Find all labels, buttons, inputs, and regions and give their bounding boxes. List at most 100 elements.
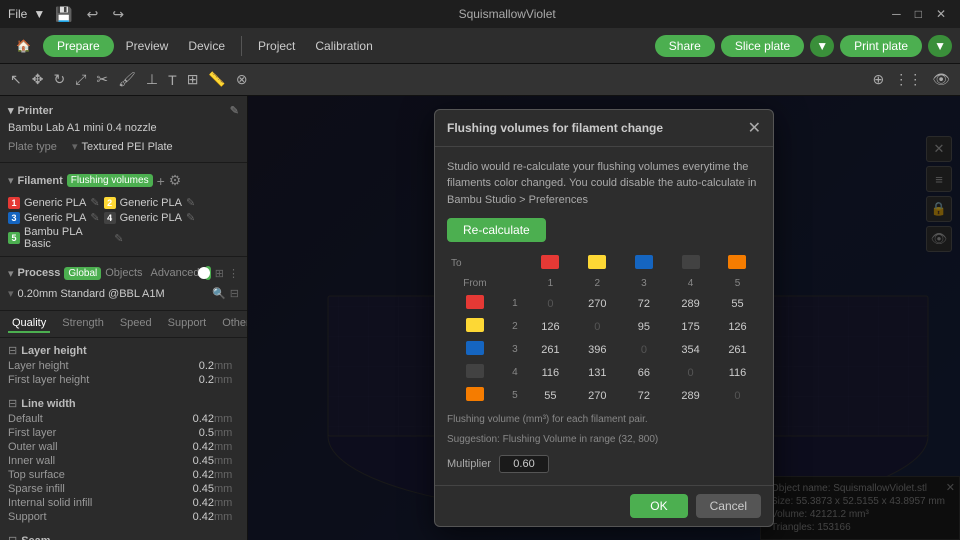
filament-edit-1[interactable]: ✎ [90,196,99,209]
default-lw-value[interactable]: 0.42 [169,413,214,425]
internal-solid-lw-value[interactable]: 0.42 [169,497,214,509]
flush-cell-5-1[interactable]: 55 [527,384,574,407]
flush-cell-2-5[interactable]: 126 [714,315,761,338]
flush-cell-3-3[interactable]: 0 [621,338,667,361]
close-btn[interactable]: ✕ [930,7,952,21]
project-btn[interactable]: Project [250,35,303,57]
support-lw-value[interactable]: 0.42 [169,511,214,523]
orient-btn[interactable]: ⊕ [868,68,888,91]
mesh-bool-tool[interactable]: ⊗ [232,68,252,91]
cut-tool[interactable]: ✂ [92,68,112,91]
multiplier-input[interactable] [499,455,549,473]
flush-cell-2-1[interactable]: 126 [527,315,574,338]
filament-edit-3[interactable]: ✎ [90,211,99,224]
first-layer-lw-value[interactable]: 0.5 [169,427,214,439]
home-btn[interactable]: 🏠 [8,35,39,57]
save-btn[interactable]: 💾 [51,3,76,26]
printer-header[interactable]: ▾ Printer ✎ [8,102,239,119]
flush-cell-5-3[interactable]: 72 [621,384,667,407]
tab-quality[interactable]: Quality [8,315,50,333]
filament-edit-4[interactable]: ✎ [186,211,195,224]
assemble-tool[interactable]: ⊞ [183,68,203,91]
process-more-btn[interactable]: ⋮ [228,267,239,280]
measure-tool[interactable]: 📏 [204,68,229,91]
app-file-menu[interactable]: File [8,7,27,21]
flush-cell-4-3[interactable]: 66 [621,361,667,384]
flush-cell-1-5[interactable]: 55 [714,292,761,315]
filament-edit-2[interactable]: ✎ [186,196,195,209]
support-tool[interactable]: ⊥ [142,68,162,91]
layer-height-value[interactable]: 0.2 [169,360,214,372]
first-layer-height-unit: mm [214,374,239,386]
flush-cell-1-4[interactable]: 289 [667,292,714,315]
flush-cell-4-4[interactable]: 0 [667,361,714,384]
outer-wall-lw-value[interactable]: 0.42 [169,441,214,453]
slice-btn[interactable]: Slice plate [721,35,804,57]
layer-height-header[interactable]: ⊟ Layer height [0,342,247,359]
preview-btn[interactable]: Preview [118,35,177,57]
tab-speed[interactable]: Speed [116,315,156,333]
filament-edit-5[interactable]: ✎ [114,232,123,245]
arrange-btn[interactable]: ⋮⋮ [890,68,926,91]
file-dropdown-icon[interactable]: ▼ [33,7,45,21]
maximize-btn[interactable]: □ [909,7,928,21]
flush-cell-3-4[interactable]: 354 [667,338,714,361]
line-width-header[interactable]: ⊟ Line width [0,395,247,412]
preset-name[interactable]: 0.20mm Standard @BBL A1M [18,288,165,300]
process-objects-btn[interactable]: Objects [105,267,142,279]
minimize-btn[interactable]: ─ [886,7,907,21]
dialog-close-btn[interactable]: ✕ [748,118,761,138]
ok-btn[interactable]: OK [630,494,687,518]
view-btn[interactable]: 👁 [928,68,954,91]
plate-type-value[interactable]: Textured PEI Plate [82,141,173,153]
flush-cell-5-5[interactable]: 0 [714,384,761,407]
print-dropdown-btn[interactable]: ▼ [928,35,952,57]
flush-cell-1-1[interactable]: 0 [527,292,574,315]
first-layer-height-value[interactable]: 0.2 [169,374,214,386]
rotate-tool[interactable]: ↻ [49,68,69,91]
seam-header[interactable]: ⊟ Seam [0,532,247,540]
tab-others[interactable]: Others [218,315,248,333]
sparse-infill-lw-value[interactable]: 0.45 [169,483,214,495]
slice-dropdown-btn[interactable]: ▼ [810,35,834,57]
text-tool[interactable]: T [164,69,181,91]
flush-cell-3-1[interactable]: 261 [527,338,574,361]
advanced-toggle[interactable] [205,266,210,280]
tab-support[interactable]: Support [164,315,211,333]
tab-strength[interactable]: Strength [58,315,108,333]
cancel-btn[interactable]: Cancel [696,494,761,518]
flushing-badge[interactable]: Flushing volumes [67,174,153,187]
flush-cell-5-2[interactable]: 270 [574,384,621,407]
redo-btn[interactable]: ↪ [108,3,128,26]
flush-cell-2-3[interactable]: 95 [621,315,667,338]
flush-cell-4-1[interactable]: 116 [527,361,574,384]
scale-tool[interactable]: ⤢ [71,68,90,91]
share-btn[interactable]: Share [655,35,715,57]
process-settings-btn[interactable]: ⊞ [215,267,224,280]
filament-settings-btn[interactable]: ⚙ [169,172,182,189]
move-tool[interactable]: ✥ [28,68,48,91]
prepare-btn[interactable]: Prepare [43,35,114,57]
flush-cell-2-4[interactable]: 175 [667,315,714,338]
inner-wall-lw-value[interactable]: 0.45 [169,455,214,467]
flush-cell-3-5[interactable]: 261 [714,338,761,361]
flush-cell-4-2[interactable]: 131 [574,361,621,384]
paint-tool[interactable]: 🖌 [114,68,140,91]
undo-btn[interactable]: ↩ [83,3,103,26]
flush-cell-4-5[interactable]: 116 [714,361,761,384]
calibration-btn[interactable]: Calibration [307,35,380,57]
print-btn[interactable]: Print plate [840,35,922,57]
flush-cell-1-2[interactable]: 270 [574,292,621,315]
preset-compare-btn[interactable]: ⊟ [230,287,239,300]
select-tool[interactable]: ↖ [6,68,26,91]
flush-cell-5-4[interactable]: 289 [667,384,714,407]
recalculate-btn[interactable]: Re-calculate [447,218,546,242]
flush-cell-3-2[interactable]: 396 [574,338,621,361]
add-filament-btn[interactable]: + [157,173,165,189]
top-surface-lw-value[interactable]: 0.42 [169,469,214,481]
process-global-badge[interactable]: Global [64,267,101,280]
device-btn[interactable]: Device [180,35,233,57]
flush-cell-1-3[interactable]: 72 [621,292,667,315]
flush-cell-2-2[interactable]: 0 [574,315,621,338]
preset-search-btn[interactable]: 🔍 [212,287,226,300]
